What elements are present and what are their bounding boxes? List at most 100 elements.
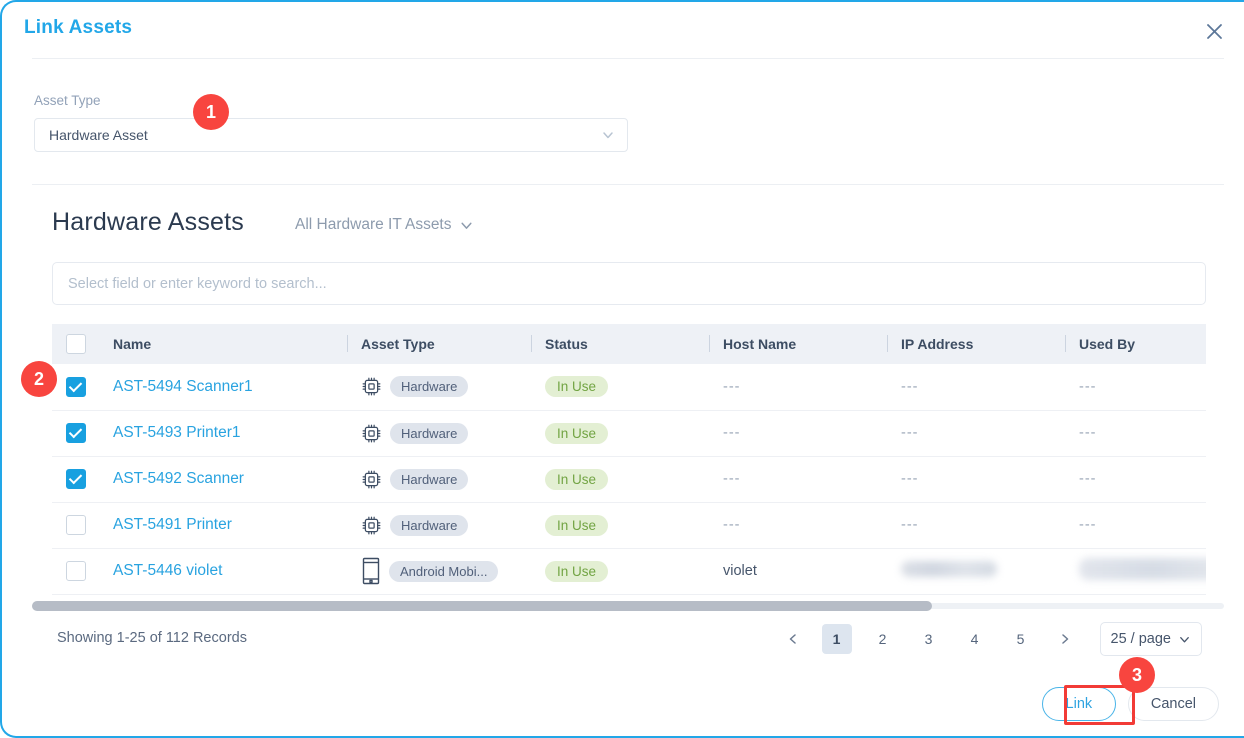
host-name-value: ---	[723, 378, 741, 395]
asset-name-link[interactable]: AST-5446 violet	[99, 562, 222, 579]
page-title: Link Assets	[24, 17, 133, 38]
page-button-5[interactable]: 5	[1006, 624, 1036, 654]
asset-type-select[interactable]: Hardware Asset	[34, 118, 628, 152]
table-row[interactable]: AST-5492 Scanner Hardware In Use --- --- ---	[52, 456, 1206, 502]
cell-status: In Use	[531, 502, 709, 548]
asset-name-link[interactable]: AST-5494 Scanner1	[99, 378, 253, 395]
section-title: Hardware Assets	[52, 208, 244, 236]
status-badge: In Use	[545, 468, 609, 490]
page-button-2[interactable]: 2	[868, 624, 898, 654]
table-body: AST-5494 Scanner1 Hardware In Use --- --- ---…	[52, 364, 1206, 594]
page-button-4[interactable]: 4	[960, 624, 990, 654]
column-header-asset-type: Asset Type	[347, 324, 531, 364]
row-select-cell	[52, 456, 99, 502]
records-count: Showing 1-25 of 112 Records	[57, 630, 247, 646]
cell-host-name: ---	[709, 502, 887, 548]
column-label-status: Status	[545, 336, 588, 352]
close-icon[interactable]	[1200, 17, 1228, 45]
table-head: Name Asset Type Status Host Name IP Addr…	[52, 324, 1206, 364]
row-checkbox[interactable]	[65, 561, 86, 581]
assets-table: Name Asset Type Status Host Name IP Addr…	[52, 324, 1206, 595]
cell-asset-type: Hardware	[347, 502, 531, 548]
cell-status: In Use	[531, 456, 709, 502]
search-input[interactable]	[68, 275, 1174, 292]
cell-ip-address: ---	[901, 471, 919, 487]
asset-type-value: Hardware Asset	[49, 127, 148, 143]
modal-header: Link Assets	[2, 2, 1244, 58]
select-all-checkbox[interactable]	[65, 334, 86, 354]
step-badge-3: 3	[1119, 657, 1155, 693]
asset-type-label: Asset Type	[34, 93, 101, 108]
host-name-value: ---	[723, 517, 741, 533]
cell-ip-address-redacted	[901, 561, 997, 577]
table-row[interactable]: AST-5493 Printer1 Hardware In Use --- --- ---	[52, 410, 1206, 456]
cell-host-name: violet	[709, 548, 887, 594]
row-select-cell	[52, 548, 99, 594]
table-row[interactable]: AST-5494 Scanner1 Hardware In Use --- --- ---	[52, 364, 1206, 410]
select-all-header	[52, 324, 99, 364]
asset-view-filter[interactable]: All Hardware IT Assets	[295, 216, 474, 234]
row-select-cell	[52, 410, 99, 456]
step-badge-1: 1	[193, 94, 229, 130]
cell-used-by: ---	[1079, 471, 1097, 487]
table-row[interactable]: AST-5491 Printer Hardware In Use --- --- ---	[52, 502, 1206, 548]
column-header-ip-address: IP Address	[887, 324, 1065, 364]
search-box[interactable]	[52, 262, 1206, 305]
cell-used-by: ---	[1079, 517, 1097, 533]
cell-used: ---	[1065, 410, 1206, 456]
column-label-asset-type: Asset Type	[361, 336, 435, 352]
asset-view-filter-label: All Hardware IT Assets	[295, 216, 452, 233]
row-checkbox[interactable]	[65, 376, 86, 397]
pagination: 1 2 3 4 5 25 / page	[772, 622, 1202, 656]
cell-host-name: ---	[709, 456, 887, 502]
cell-name: AST-5493 Printer1	[99, 410, 347, 456]
host-name-value: ---	[723, 471, 741, 487]
cell-asset-type: Hardware	[347, 364, 531, 410]
asset-name-link[interactable]: AST-5491 Printer	[99, 516, 232, 533]
cell-name: AST-5494 Scanner1	[99, 364, 347, 410]
step-badge-2: 2	[21, 361, 57, 397]
cpu-chip-icon	[361, 376, 382, 397]
cell-name: AST-5491 Printer	[99, 502, 347, 548]
asset-name-link[interactable]: AST-5492 Scanner	[99, 470, 244, 487]
cell-asset-type: Hardware	[347, 410, 531, 456]
cell-asset-type: Android Mobi...	[347, 548, 531, 594]
column-header-used-by: Used By	[1065, 324, 1206, 364]
table-header-row: Name Asset Type Status Host Name IP Addr…	[52, 324, 1206, 364]
link-button[interactable]: Link	[1041, 687, 1116, 721]
cell-ip: ---	[887, 410, 1065, 456]
chevron-down-icon	[459, 218, 474, 233]
page-button-3[interactable]: 3	[914, 624, 944, 654]
row-checkbox[interactable]	[65, 515, 86, 535]
cell-name: AST-5446 violet	[99, 548, 347, 594]
chevron-left-icon[interactable]	[778, 624, 808, 654]
cell-host-name: ---	[709, 410, 887, 456]
asset-name-link[interactable]: AST-5493 Printer1	[99, 424, 241, 441]
cell-used-by: ---	[1079, 378, 1097, 395]
column-header-name: Name	[99, 324, 347, 364]
cell-asset-type: Hardware	[347, 456, 531, 502]
asset-type-chip: Hardware	[390, 376, 469, 398]
page-button-1[interactable]: 1	[821, 624, 852, 654]
row-checkbox[interactable]	[65, 469, 86, 489]
cpu-chip-icon	[361, 469, 382, 490]
column-header-host-name: Host Name	[709, 324, 887, 364]
cell-ip-address: ---	[901, 425, 919, 441]
cell-used: ---	[1065, 502, 1206, 548]
row-checkbox[interactable]	[65, 423, 86, 443]
cell-ip-address: ---	[901, 517, 919, 533]
host-name-value: ---	[723, 425, 741, 441]
cell-ip: ---	[887, 364, 1065, 410]
horizontal-scrollbar-thumb[interactable]	[32, 601, 932, 611]
page-size-select[interactable]: 25 / page	[1099, 622, 1202, 656]
chevron-right-icon[interactable]	[1050, 624, 1080, 654]
table-row[interactable]: AST-5446 violet Android Mobi... In Use viol…	[52, 548, 1206, 594]
cell-ip: ---	[887, 502, 1065, 548]
column-label-name: Name	[113, 336, 152, 352]
cell-host-name: ---	[709, 364, 887, 410]
link-assets-modal: Link Assets Asset Type Hardware Asset Ha…	[0, 0, 1244, 738]
asset-type-chip: Hardware	[390, 468, 469, 490]
cell-name: AST-5492 Scanner	[99, 456, 347, 502]
cell-ip-address: ---	[901, 378, 919, 395]
cell-used: ---	[1065, 456, 1206, 502]
